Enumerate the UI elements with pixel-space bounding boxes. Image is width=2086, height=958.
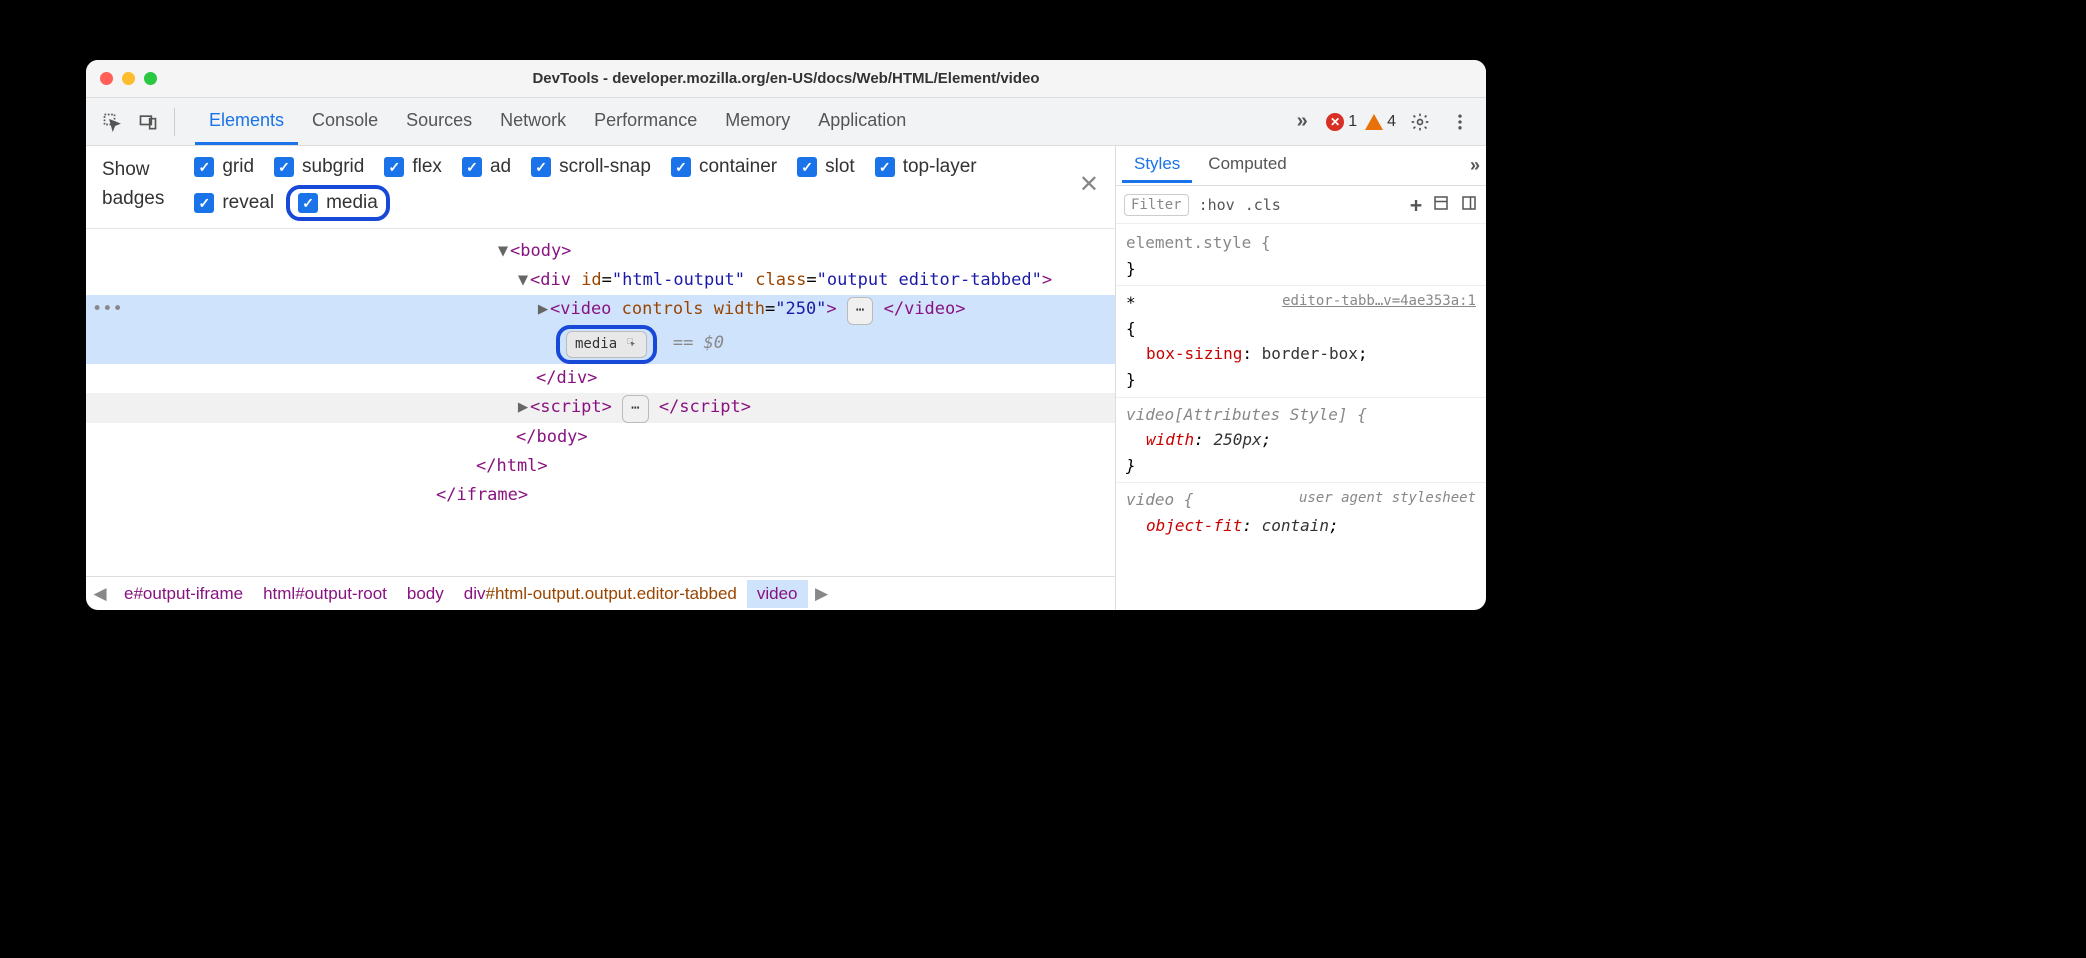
warning-icon <box>1365 114 1383 130</box>
dom-node-body-end[interactable]: </body> <box>86 423 1115 452</box>
badge-ad[interactable]: ✓ad <box>462 156 511 178</box>
crumb-right-icon[interactable]: ▶ <box>808 584 836 604</box>
computed-toggle-icon[interactable] <box>1432 194 1450 216</box>
badge-container[interactable]: ✓container <box>671 156 777 178</box>
traffic-lights <box>100 72 157 85</box>
badge-media-highlight: ✓media <box>286 185 390 221</box>
tab-memory[interactable]: Memory <box>711 98 804 145</box>
badge-scroll-snap[interactable]: ✓scroll-snap <box>531 156 651 178</box>
badge-subgrid[interactable]: ✓subgrid <box>274 156 364 178</box>
badge-grid[interactable]: ✓grid <box>194 156 254 178</box>
gear-icon[interactable] <box>1404 106 1436 138</box>
badge-top-layer[interactable]: ✓top-layer <box>875 156 977 178</box>
elements-panel: Show badges ✓grid ✓subgrid ✓flex ✓ad ✓sc… <box>86 146 1116 610</box>
minimize-icon[interactable] <box>122 72 135 85</box>
inspect-icon[interactable] <box>96 106 128 138</box>
tab-elements[interactable]: Elements <box>195 98 298 145</box>
crumb-div[interactable]: div#html-output.output.editor-tabbed <box>454 580 747 608</box>
cls-toggle[interactable]: .cls <box>1245 196 1281 214</box>
styles-panel: Styles Computed » Filter :hov .cls + ele… <box>1116 146 1486 610</box>
zoom-icon[interactable] <box>144 72 157 85</box>
more-tabs-icon[interactable]: » <box>1286 106 1318 138</box>
media-badge[interactable]: media <box>566 331 647 359</box>
media-badge-highlight: media <box>556 325 657 365</box>
kebab-icon[interactable] <box>1444 106 1476 138</box>
error-icon: ✕ <box>1326 113 1344 131</box>
new-rule-icon[interactable]: + <box>1410 193 1422 217</box>
device-icon[interactable] <box>132 106 164 138</box>
styles-filter[interactable]: Filter <box>1124 194 1189 216</box>
tab-performance[interactable]: Performance <box>580 98 711 145</box>
dom-node-html-end[interactable]: </html> <box>86 452 1115 481</box>
crumb-video[interactable]: video <box>747 580 808 608</box>
tab-sources[interactable]: Sources <box>392 98 486 145</box>
main-toolbar: Elements Console Sources Network Perform… <box>86 98 1486 146</box>
sidebar-toggle-icon[interactable] <box>1460 194 1478 216</box>
tab-application[interactable]: Application <box>804 98 920 145</box>
badges-label: Show badges <box>102 156 164 213</box>
styles-rules[interactable]: element.style { } * editor-tabb…v=4ae353… <box>1116 224 1486 610</box>
crumb-html[interactable]: html#output-root <box>253 580 397 608</box>
close-badges-icon[interactable]: ✕ <box>1079 170 1099 199</box>
dom-node-div-end[interactable]: </div> <box>86 364 1115 393</box>
titlebar: DevTools - developer.mozilla.org/en-US/d… <box>86 60 1486 98</box>
badge-reveal[interactable]: ✓reveal <box>194 188 274 218</box>
dom-node-video[interactable]: •••▶<video controls width="250"> ⋯ </vid… <box>86 295 1115 325</box>
tab-console[interactable]: Console <box>298 98 392 145</box>
dom-node-iframe-end[interactable]: </iframe> <box>86 481 1115 510</box>
badge-settings: Show badges ✓grid ✓subgrid ✓flex ✓ad ✓sc… <box>86 146 1115 229</box>
breadcrumb: ◀ e#output-iframe html#output-root body … <box>86 576 1115 610</box>
tab-network[interactable]: Network <box>486 98 580 145</box>
crumb-body[interactable]: body <box>397 580 454 608</box>
window-title: DevTools - developer.mozilla.org/en-US/d… <box>86 70 1486 87</box>
badge-media[interactable]: ✓media <box>298 192 378 214</box>
tab-computed[interactable]: Computed <box>1196 148 1298 183</box>
error-count[interactable]: ✕ 1 <box>1326 113 1357 131</box>
crumb-iframe[interactable]: e#output-iframe <box>114 580 253 608</box>
hov-toggle[interactable]: :hov <box>1199 196 1235 214</box>
close-icon[interactable] <box>100 72 113 85</box>
dom-media-badge-line[interactable]: media == $0 <box>86 325 1115 365</box>
more-styles-tabs-icon[interactable]: » <box>1470 155 1480 176</box>
dom-tree[interactable]: ▼<body> ▼<div id="html-output" class="ou… <box>86 229 1115 576</box>
tab-styles[interactable]: Styles <box>1122 148 1192 183</box>
badge-slot[interactable]: ✓slot <box>797 156 855 178</box>
panel-tabs: Elements Console Sources Network Perform… <box>195 98 920 145</box>
dom-node-div[interactable]: ▼<div id="html-output" class="output edi… <box>86 266 1115 295</box>
warning-count[interactable]: 4 <box>1365 113 1396 131</box>
dom-node-body[interactable]: ▼<body> <box>86 237 1115 266</box>
crumb-left-icon[interactable]: ◀ <box>86 584 114 604</box>
badge-flex[interactable]: ✓flex <box>384 156 442 178</box>
dom-node-script[interactable]: ▶<script> ⋯ </script> <box>86 393 1115 423</box>
devtools-window: DevTools - developer.mozilla.org/en-US/d… <box>86 60 1486 610</box>
